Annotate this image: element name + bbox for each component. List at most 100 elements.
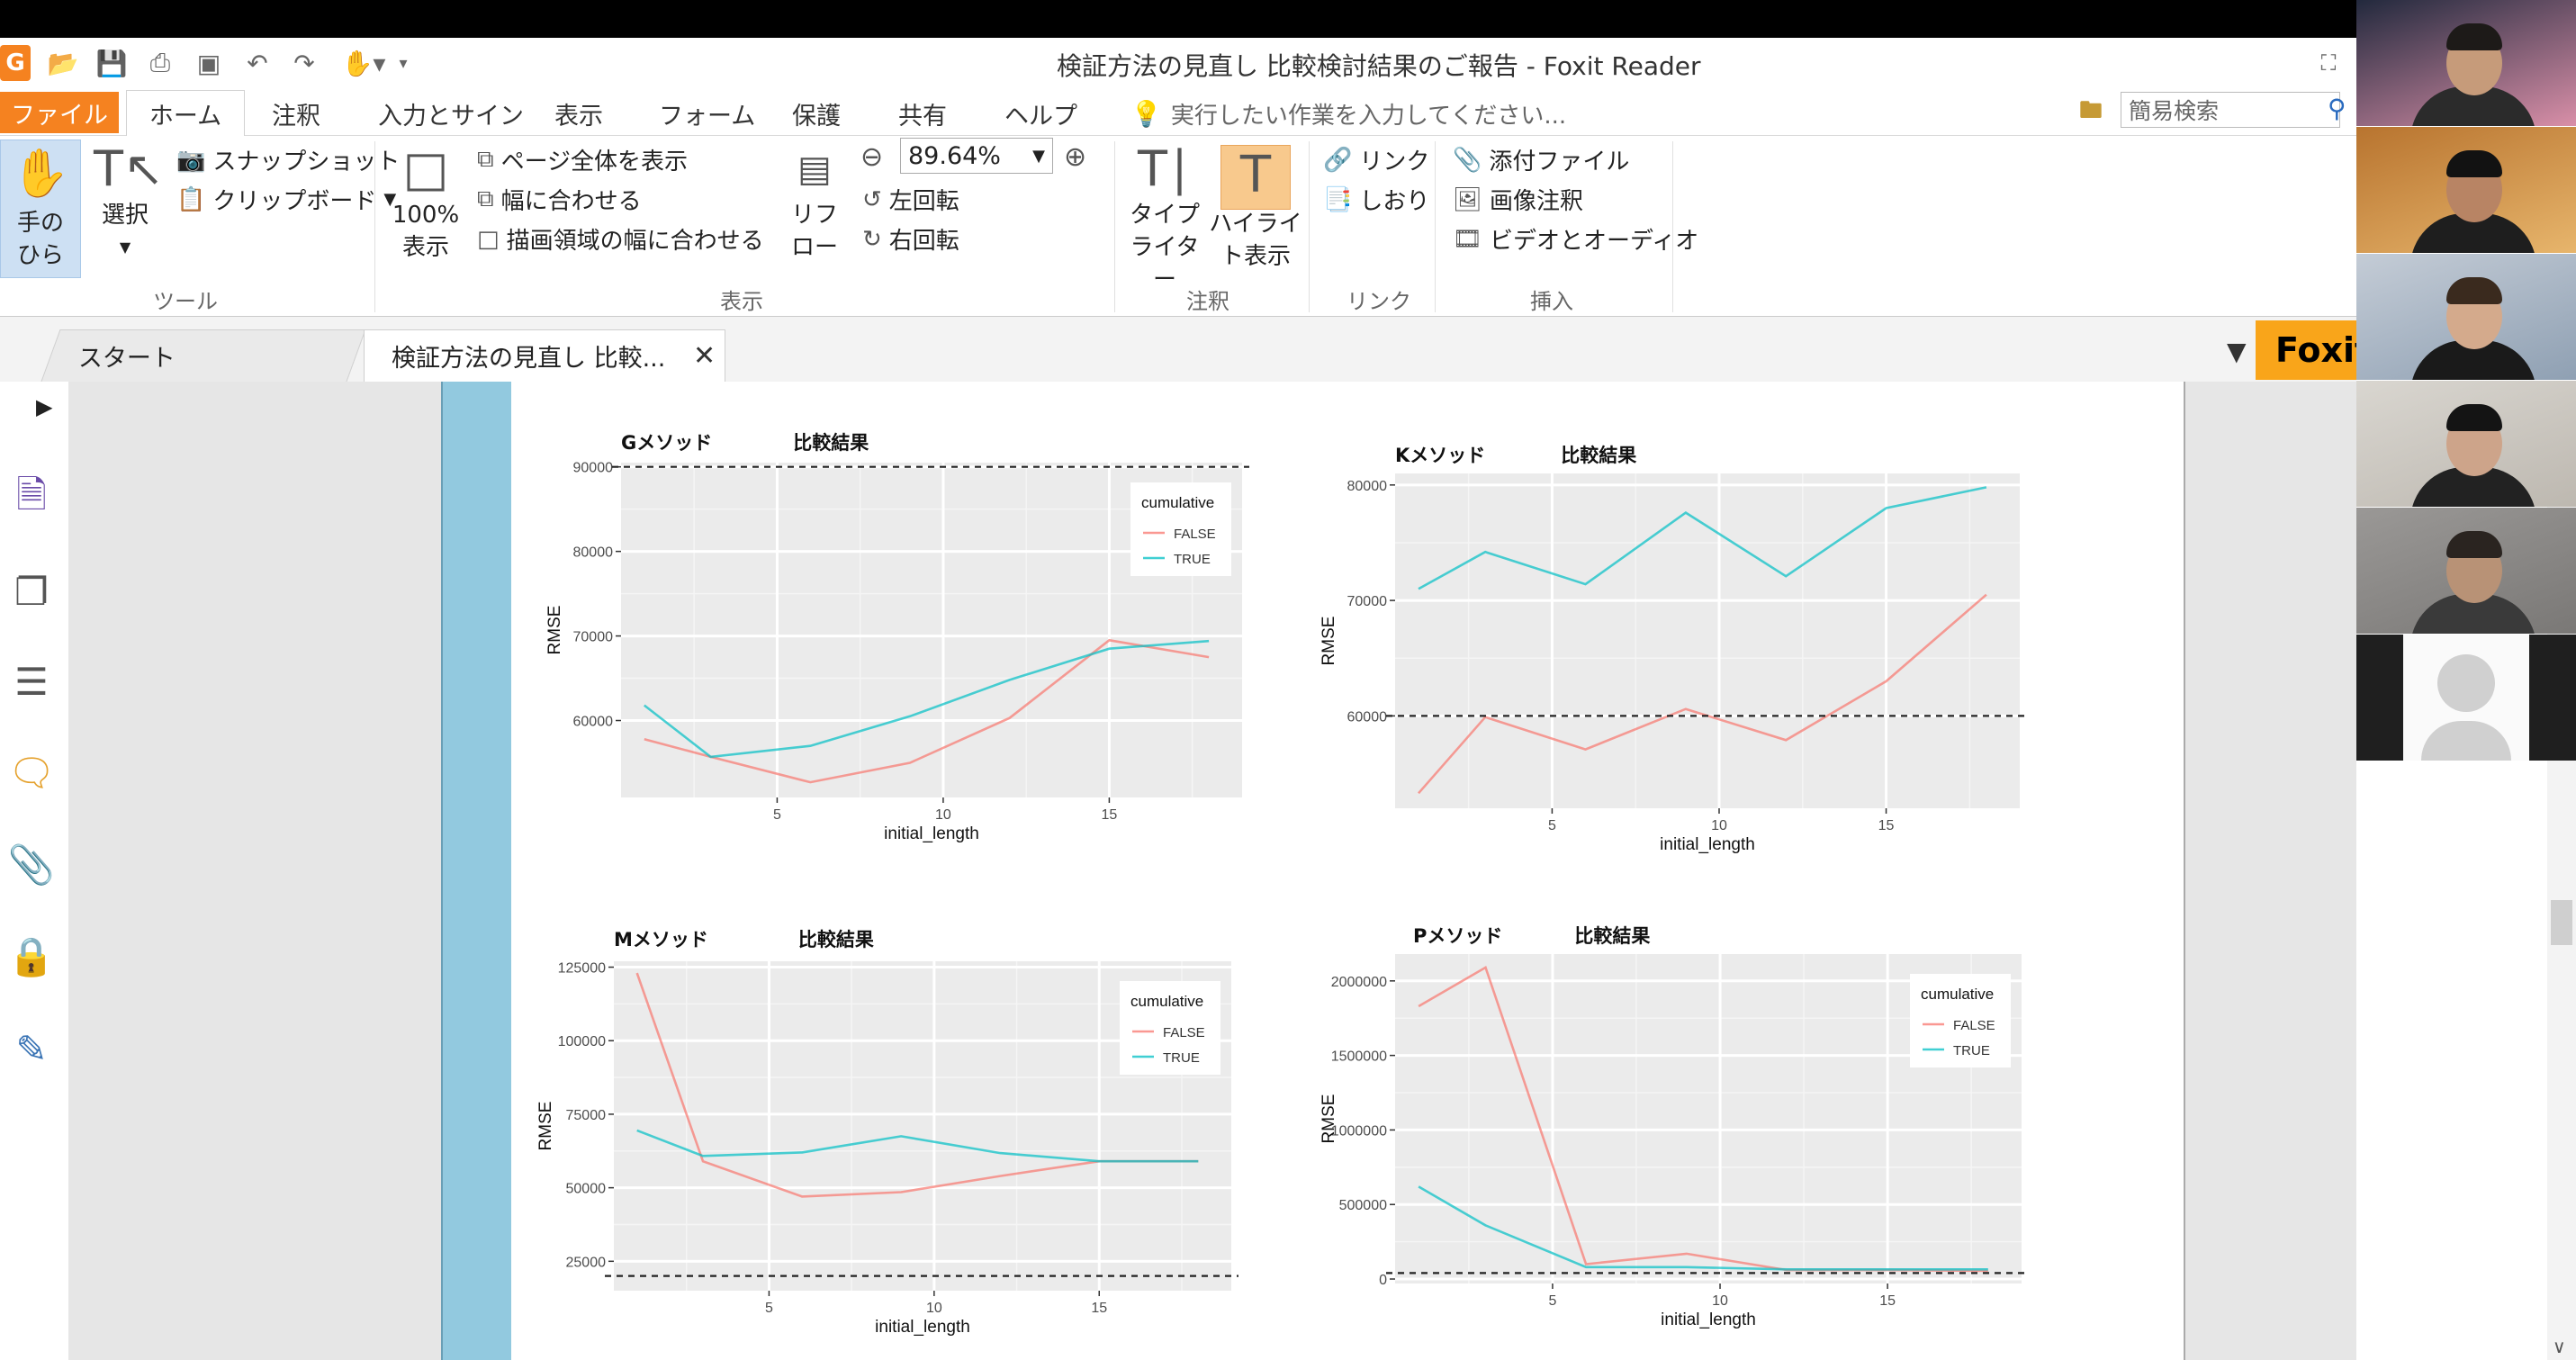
- tab-list-dropdown-icon[interactable]: ▼: [2227, 337, 2247, 366]
- link-button[interactable]: 🔗 リンク: [1323, 143, 1429, 176]
- y-axis-label: RMSE: [536, 1102, 555, 1151]
- menu-tab-view[interactable]: 表示: [554, 94, 603, 133]
- attachment-button[interactable]: 📎 添付ファイル: [1453, 143, 1629, 176]
- scan-icon[interactable]: ▣: [191, 47, 227, 79]
- y-tick-label: 125000: [558, 961, 606, 977]
- avatar-icon: [2437, 654, 2495, 712]
- rotate-right-button[interactable]: ↻ 右回転: [862, 222, 959, 256]
- rotate-left-icon: ↺: [862, 185, 882, 213]
- bookmark-button[interactable]: 📑 しおり: [1323, 183, 1429, 216]
- clipboard-label: クリップボード: [212, 188, 377, 215]
- y-tick-label: 60000: [1347, 709, 1388, 725]
- y-tick-label: 75000: [566, 1108, 607, 1123]
- video-audio-label: ビデオとオーディオ: [1490, 228, 1699, 255]
- attachment-label: 添付ファイル: [1489, 149, 1630, 176]
- bookmark-panel-icon[interactable]: 🗎: [7, 473, 56, 524]
- highlight-button[interactable]: ハイライ ト表示: [1208, 208, 1303, 273]
- zoom-in-icon[interactable]: ⊕: [1064, 141, 1086, 173]
- y-tick-label: 90000: [573, 461, 614, 476]
- x-axis-label: initial_length: [1661, 1310, 1756, 1329]
- quick-search-input[interactable]: 簡易検索: [2121, 92, 2340, 128]
- select-text-icon: T↖: [94, 140, 165, 197]
- tell-me-box[interactable]: 💡 実行したい作業を入力してください...: [1130, 97, 1566, 131]
- scroll-down-icon[interactable]: ∨: [2553, 1336, 2566, 1357]
- zoom-select[interactable]: 89.64% ▼: [900, 138, 1053, 174]
- zoom-out-icon[interactable]: ⊖: [860, 141, 883, 173]
- snapshot-button[interactable]: 📷 スナップショット: [176, 143, 400, 176]
- hand-icon: ✋: [11, 147, 70, 201]
- open-icon[interactable]: 📂: [45, 47, 81, 79]
- foxit-ad-banner[interactable]: Foxit: [2256, 320, 2356, 380]
- menu-tab-fill-sign[interactable]: 入力とサイン: [378, 94, 524, 133]
- y-tick-label: 70000: [573, 630, 614, 645]
- x-tick-label: 10: [926, 1301, 942, 1316]
- x-tick-label: 15: [1102, 807, 1118, 823]
- ribbon-separator: [1309, 141, 1310, 312]
- video-audio-button[interactable]: 🎞 ビデオとオーディオ: [1453, 222, 1698, 256]
- expand-panel-icon[interactable]: ▶: [36, 394, 52, 419]
- menu-tab-home[interactable]: ホーム: [126, 90, 245, 136]
- fit-visible-button[interactable]: □ 描画領域の幅に合わせる: [477, 222, 764, 256]
- undo-icon[interactable]: ↶: [239, 47, 275, 79]
- pages-panel-icon[interactable]: ❐: [7, 567, 56, 616]
- participant-video[interactable]: [2356, 127, 2576, 253]
- redo-icon[interactable]: ↷: [286, 47, 322, 79]
- participant-video[interactable]: [2356, 0, 2576, 126]
- lightbulb-icon: 💡: [1130, 99, 1162, 129]
- link-label: リンク: [1359, 149, 1430, 176]
- highlight-icon[interactable]: T: [1220, 145, 1291, 210]
- print-icon[interactable]: ⎙: [142, 47, 178, 79]
- x-axis-label: initial_length: [884, 824, 979, 843]
- hand-tool-button[interactable]: ✋ 手の ひら: [0, 140, 81, 278]
- search-icon[interactable]: ⚲: [2328, 94, 2346, 123]
- menu-tab-comment[interactable]: 注釈: [272, 94, 320, 133]
- fit-page-button[interactable]: ⧉ ページ全体を表示: [477, 143, 688, 176]
- ribbon-separator: [1435, 141, 1436, 312]
- comments-panel-icon[interactable]: 🗨: [7, 749, 56, 797]
- y-tick-label: 2000000: [1331, 975, 1387, 990]
- menu-tab-share[interactable]: 共有: [898, 94, 947, 133]
- typewriter-button[interactable]: T∣ タイプ ライター: [1121, 140, 1208, 296]
- actual-size-button[interactable]: □ 100% 表示: [385, 140, 466, 264]
- menu-tab-protect[interactable]: 保護: [792, 94, 841, 133]
- y-tick-label: 80000: [1347, 479, 1388, 494]
- legend-title: cumulative: [1921, 986, 1994, 1003]
- menu-tab-form[interactable]: フォーム: [659, 94, 755, 133]
- tab-start[interactable]: スタート: [41, 329, 366, 382]
- x-tick-label: 5: [773, 807, 781, 823]
- x-tick-label: 10: [1712, 1293, 1728, 1309]
- signature-panel-icon[interactable]: ✎: [7, 1024, 56, 1073]
- security-panel-icon[interactable]: 🔒: [7, 932, 56, 981]
- film-icon: 🎞: [1453, 225, 1483, 253]
- customize-icon[interactable]: ▾: [392, 47, 414, 79]
- participant-video[interactable]: [2356, 635, 2576, 761]
- tab-current-document[interactable]: 検証方法の見直し 比較...: [364, 329, 725, 382]
- folder-search-icon[interactable]: 🖿: [2079, 94, 2103, 133]
- reflow-button[interactable]: ▤ リフ ロー: [785, 140, 844, 264]
- participant-video[interactable]: [2356, 508, 2576, 634]
- participant-video[interactable]: [2356, 381, 2576, 507]
- ribbon-separator: [374, 141, 375, 312]
- select-tool-button[interactable]: T↖ 選択 ▼: [94, 140, 165, 264]
- clipboard-button[interactable]: 📋 クリップボード ▼: [176, 183, 396, 216]
- fullscreen-icon[interactable]: ⛶: [2313, 47, 2344, 79]
- tab-start-label: スタート: [77, 345, 176, 373]
- scrollbar-thumb[interactable]: [2551, 900, 2572, 945]
- attachments-panel-icon[interactable]: 📎: [7, 841, 56, 889]
- x-tick-label: 15: [1091, 1301, 1107, 1316]
- fit-width-button[interactable]: ⧉ 幅に合わせる: [477, 183, 642, 216]
- menu-file[interactable]: ファイル: [0, 92, 119, 133]
- x-tick-label: 10: [1711, 818, 1727, 833]
- save-icon[interactable]: 💾: [94, 47, 130, 79]
- participant-video[interactable]: [2356, 254, 2576, 380]
- slide-edge-strip: [441, 382, 511, 1360]
- rotate-right-icon: ↻: [862, 225, 882, 253]
- layers-panel-icon[interactable]: ☰: [7, 657, 56, 706]
- menu-tab-help[interactable]: ヘルプ: [1004, 94, 1077, 133]
- rotate-left-button[interactable]: ↺ 左回転: [862, 183, 959, 216]
- hand-label-1: 手の: [16, 210, 64, 237]
- image-annotation-button[interactable]: 🖼 画像注釈: [1453, 183, 1583, 216]
- hand-dropdown-icon[interactable]: ✋▾: [337, 47, 391, 79]
- image-icon: 🖼: [1453, 185, 1483, 213]
- close-icon[interactable]: ✕: [693, 340, 716, 372]
